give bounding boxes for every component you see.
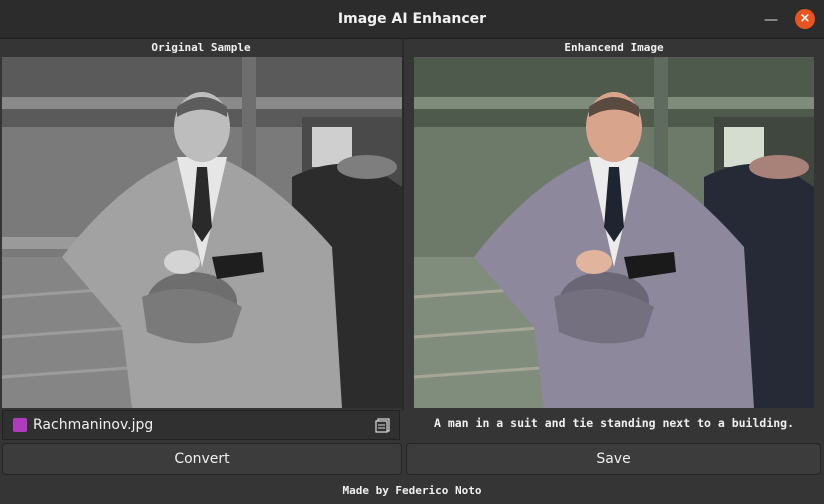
minimize-icon[interactable]: — [762,11,780,29]
panel-divider [402,38,404,410]
original-panel-title: Original Sample [151,41,251,54]
original-image [2,57,402,408]
image-file-icon [13,418,27,432]
file-selector[interactable]: Rachmaninov.jpg [2,410,400,440]
file-name: Rachmaninov.jpg [33,417,154,433]
footer-credit: Made by Federico Noto [342,484,482,497]
title-bar[interactable]: Image AI Enhancer — × [0,0,824,39]
close-icon[interactable]: × [795,9,815,29]
convert-button[interactable]: Convert [2,443,402,475]
save-button[interactable]: Save [406,443,821,475]
enhanced-image [414,57,814,408]
enhanced-panel-title: Enhancend Image [564,41,664,54]
image-caption: A man in a suit and tie standing next to… [433,416,795,430]
app-window: Image AI Enhancer — × Original Sample En… [0,0,824,504]
window-title: Image AI Enhancer [337,11,487,27]
browse-file-icon[interactable] [375,417,391,433]
